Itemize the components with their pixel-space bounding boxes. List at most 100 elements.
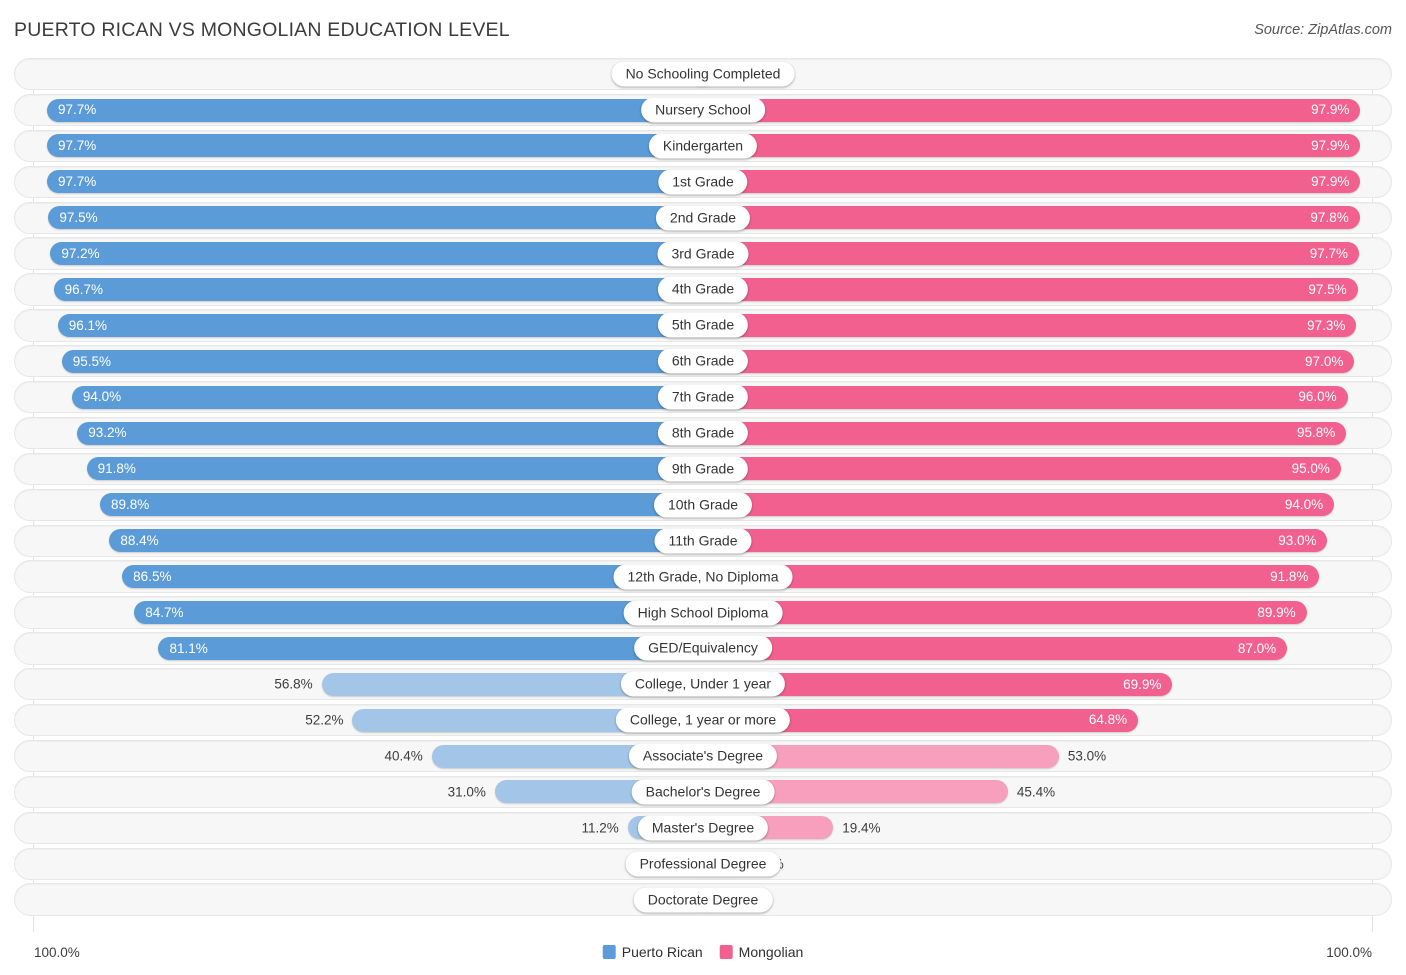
chart-footer: 100.0% Puerto RicanMongolian 100.0% xyxy=(14,932,1392,972)
table-row[interactable]: 3.2%6.1%Professional Degree xyxy=(14,848,1392,880)
bar-half-right: 2.8% xyxy=(703,884,1391,914)
bar-half-left: 97.7% xyxy=(15,95,703,125)
bar-puerto-rican: 97.7% xyxy=(47,134,703,157)
bar-puerto-rican: 94.0% xyxy=(72,386,703,409)
bar-value-puerto-rican: 89.8% xyxy=(100,498,160,512)
category-label: 3rd Grade xyxy=(657,241,748,266)
bar-value-puerto-rican: 84.7% xyxy=(134,606,194,620)
table-row[interactable]: 93.2% 95.8% 8th Grade xyxy=(14,417,1392,449)
table-row[interactable]: 88.4%93.0%11th Grade xyxy=(14,525,1392,557)
table-row[interactable]: 96.1%97.3%5th Grade xyxy=(14,309,1392,341)
bar-value-mongolian: 87.0% xyxy=(1227,642,1287,656)
bar-value-mongolian: 97.9% xyxy=(1300,103,1360,117)
table-row[interactable]: 97.2%97.7%3rd Grade xyxy=(14,237,1392,269)
bar-half-left: 97.2% xyxy=(15,238,703,268)
table-row[interactable]: 31.0% 45.4%Bachelor's Degree xyxy=(14,776,1392,808)
bar-half-right: 19.4% xyxy=(703,813,1391,843)
bar-value-puerto-rican: 91.8% xyxy=(87,462,147,476)
table-row[interactable]: 96.7%97.5%4th Grade xyxy=(14,273,1392,305)
category-label: GED/Equivalency xyxy=(634,636,772,661)
bar-value-puerto-rican: 31.0% xyxy=(448,785,486,799)
bar-mongolian: 97.7% xyxy=(703,242,1359,265)
bar-half-left: 95.5% xyxy=(15,346,703,376)
bar-half-right: 89.9% xyxy=(703,597,1391,627)
table-row[interactable]: 95.5%97.0%6th Grade xyxy=(14,345,1392,377)
bar-half-left: 91.8% xyxy=(15,454,703,484)
table-row[interactable]: 56.8%69.9%College, Under 1 year xyxy=(14,668,1392,700)
category-label: Bachelor's Degree xyxy=(632,779,775,804)
table-row[interactable]: 91.8%95.0%9th Grade xyxy=(14,453,1392,485)
bar-half-right: 97.8% xyxy=(703,203,1391,233)
bar-half-left: 89.8% xyxy=(15,490,703,520)
bar-half-right: 45.4% xyxy=(703,777,1391,807)
bar-half-left: 94.0% xyxy=(15,382,703,412)
bar-half-right: 97.9% xyxy=(703,95,1391,125)
bar-half-right: 97.5% xyxy=(703,274,1391,304)
legend-swatch-icon xyxy=(603,945,616,959)
bar-half-right: 96.0% xyxy=(703,382,1391,412)
table-row[interactable]: 52.2%64.8%College, 1 year or more xyxy=(14,704,1392,736)
category-label: Professional Degree xyxy=(626,851,781,876)
bar-half-right: 95.8% xyxy=(703,418,1391,448)
bar-half-left: 97.7% xyxy=(15,167,703,197)
category-label: 7th Grade xyxy=(658,385,748,410)
table-row[interactable]: 84.7% 89.9% High School Diploma xyxy=(14,596,1392,628)
table-row[interactable]: 97.5%97.8%2nd Grade xyxy=(14,202,1392,234)
legend-swatch-icon xyxy=(720,945,733,959)
bar-mongolian: 94.0% xyxy=(703,493,1334,516)
bar-half-left: 93.2% xyxy=(15,418,703,448)
bar-mongolian: 97.9% xyxy=(703,99,1360,122)
chart-rows: 2.3%2.1%No Schooling Completed97.7%97.9%… xyxy=(14,58,1392,916)
category-label: Master's Degree xyxy=(638,815,768,840)
category-label: 10th Grade xyxy=(654,492,752,517)
bar-value-puerto-rican: 96.1% xyxy=(58,319,118,333)
category-label: 1st Grade xyxy=(658,169,747,194)
category-label: High School Diploma xyxy=(624,600,783,625)
bar-value-mongolian: 95.8% xyxy=(1286,426,1346,440)
legend-item[interactable]: Puerto Rican xyxy=(603,944,703,960)
category-label: Associate's Degree xyxy=(629,744,777,769)
table-row[interactable]: 94.0%96.0%7th Grade xyxy=(14,381,1392,413)
table-row[interactable]: 97.7%97.9%Kindergarten xyxy=(14,130,1392,162)
table-row[interactable]: 86.5%91.8%12th Grade, No Diploma xyxy=(14,560,1392,592)
bar-puerto-rican: 93.2% xyxy=(77,422,703,445)
bar-mongolian: 91.8% xyxy=(703,565,1319,588)
chart-header: PUERTO RICAN VS MONGOLIAN EDUCATION LEVE… xyxy=(0,0,1406,58)
table-row[interactable]: 11.2%19.4%Master's Degree xyxy=(14,812,1392,844)
table-row[interactable]: 97.7%97.9%Nursery School xyxy=(14,94,1392,126)
bar-value-mongolian: 69.9% xyxy=(1112,678,1172,692)
table-row[interactable]: 2.3%2.1%No Schooling Completed xyxy=(14,58,1392,90)
bar-puerto-rican: 84.7% xyxy=(134,601,703,624)
bar-value-mongolian: 97.0% xyxy=(1294,355,1354,369)
legend-label: Puerto Rican xyxy=(622,944,703,960)
bar-value-mongolian: 89.9% xyxy=(1246,606,1306,620)
bar-half-right: 97.9% xyxy=(703,131,1391,161)
category-label: 8th Grade xyxy=(658,421,748,446)
bar-half-right: 64.8% xyxy=(703,705,1391,735)
table-row[interactable]: 1.4%2.8%Doctorate Degree xyxy=(14,883,1392,915)
axis-label-right: 100.0% xyxy=(1326,945,1372,960)
legend-item[interactable]: Mongolian xyxy=(720,944,804,960)
bar-puerto-rican: 97.2% xyxy=(50,242,703,265)
bar-value-puerto-rican: 95.5% xyxy=(62,355,122,369)
diverging-bar-chart: 2.3%2.1%No Schooling Completed97.7%97.9%… xyxy=(14,58,1392,932)
bar-half-left: 11.2% xyxy=(15,813,703,843)
table-row[interactable]: 89.8% 94.0%10th Grade xyxy=(14,489,1392,521)
bar-mongolian: 96.0% xyxy=(703,386,1348,409)
bar-puerto-rican: 91.8% xyxy=(87,457,703,480)
bar-mongolian: 89.9% xyxy=(703,601,1307,624)
category-label: 11th Grade xyxy=(654,528,751,553)
bar-mongolian: 87.0% xyxy=(703,637,1287,660)
bar-half-right: 93.0% xyxy=(703,526,1391,556)
bar-value-mongolian: 97.3% xyxy=(1296,319,1356,333)
bar-half-left: 56.8% xyxy=(15,669,703,699)
table-row[interactable]: 81.1%87.0%GED/Equivalency xyxy=(14,632,1392,664)
source-attribution: Source: ZipAtlas.com xyxy=(1254,22,1392,38)
bar-value-mongolian: 97.8% xyxy=(1299,211,1359,225)
bar-value-mongolian: 91.8% xyxy=(1259,570,1319,584)
bar-value-puerto-rican: 97.5% xyxy=(48,211,108,225)
bar-half-left: 97.7% xyxy=(15,131,703,161)
table-row[interactable]: 40.4%53.0%Associate's Degree xyxy=(14,740,1392,772)
bar-value-mongolian: 53.0% xyxy=(1068,749,1106,763)
table-row[interactable]: 97.7%97.9%1st Grade xyxy=(14,166,1392,198)
